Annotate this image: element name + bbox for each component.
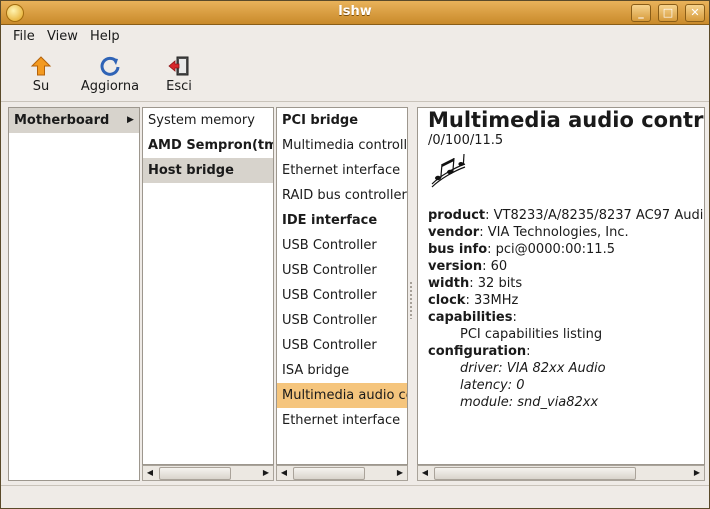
field-label: vendor	[428, 225, 480, 240]
capabilities-value: PCI capabilities listing	[460, 327, 603, 342]
field-product: product: VT8233/A/8235/8237 AC97 Audio C…	[428, 208, 704, 223]
title-bar[interactable]: lshw _ □ ✕	[1, 1, 709, 25]
menu-bar: File View Help	[1, 25, 709, 47]
list-item-system-memory[interactable]: System memory	[143, 108, 273, 133]
column-3-hscrollbar[interactable]: ◀ ▶	[276, 465, 408, 481]
field-version: version: 60	[428, 259, 508, 274]
field-value: pci@0000:00:11.5	[495, 242, 615, 257]
field-label: width	[428, 276, 470, 291]
field-bus-info: bus info: pci@0000:00:11.5	[428, 242, 615, 257]
music-notes-icon	[431, 153, 466, 188]
up-button[interactable]: Su	[6, 53, 76, 99]
list-item-cpu[interactable]: AMD Sempron(tm	[143, 133, 273, 158]
field-value: VT8233/A/8235/8237 AC97 Audio Controller	[493, 208, 704, 223]
list-item-isa-bridge[interactable]: ISA bridge	[277, 358, 407, 383]
detail-hscrollbar[interactable]: ◀ ▶	[417, 465, 705, 481]
list-item-ethernet-interface[interactable]: Ethernet interface	[277, 158, 407, 183]
list-item-motherboard[interactable]: Motherboard ▶	[9, 108, 139, 133]
expand-arrow-icon: ▶	[127, 115, 134, 125]
detail-title: Multimedia audio controller	[428, 108, 704, 132]
list-item-host-bridge[interactable]: Host bridge	[143, 158, 273, 183]
close-button[interactable]: ✕	[685, 4, 705, 22]
field-value: 60	[490, 259, 508, 274]
scroll-left-icon[interactable]: ◀	[418, 466, 432, 480]
list-item-usb-controller[interactable]: USB Controller	[277, 233, 407, 258]
window-title: lshw	[338, 4, 372, 19]
field-label: product	[428, 208, 486, 223]
field-label: bus info	[428, 242, 488, 257]
menu-view[interactable]: View	[47, 29, 78, 44]
scroll-right-icon[interactable]: ▶	[259, 466, 273, 480]
list-item-pci-bridge[interactable]: PCI bridge	[277, 108, 407, 133]
status-bar	[1, 485, 709, 508]
refresh-button[interactable]: Aggiorna	[75, 53, 145, 99]
pane-resize-handle[interactable]	[409, 281, 413, 319]
quit-button[interactable]: Esci	[144, 53, 214, 99]
field-label: configuration	[428, 344, 527, 359]
field-label: version	[428, 259, 483, 274]
detail-path: /0/100/11.5	[428, 133, 504, 148]
field-vendor: vendor: VIA Technologies, Inc.	[428, 225, 629, 240]
up-button-label: Su	[32, 79, 50, 94]
scroll-right-icon[interactable]: ▶	[690, 466, 704, 480]
field-label: clock	[428, 293, 466, 308]
list-item-raid-controller[interactable]: RAID bus controller	[277, 183, 407, 208]
refresh-button-label: Aggiorna	[80, 79, 140, 94]
menu-file[interactable]: File	[13, 29, 35, 44]
field-clock: clock: 33MHz	[428, 293, 519, 308]
scroll-left-icon[interactable]: ◀	[143, 466, 157, 480]
refresh-icon	[100, 56, 120, 76]
maximize-button[interactable]: □	[658, 4, 678, 22]
scroll-right-icon[interactable]: ▶	[393, 466, 407, 480]
scroll-thumb[interactable]	[434, 467, 636, 480]
field-value: VIA Technologies, Inc.	[487, 225, 629, 240]
menu-help[interactable]: Help	[90, 29, 120, 44]
field-configuration: configuration:	[428, 344, 531, 359]
up-arrow-icon	[30, 56, 52, 76]
toolbar: Su Aggiorna Esci	[1, 49, 709, 102]
list-item-usb-controller[interactable]: USB Controller	[277, 333, 407, 358]
column-1-list[interactable]: Motherboard ▶	[8, 107, 140, 481]
scroll-left-icon[interactable]: ◀	[277, 466, 291, 480]
detail-panel: Multimedia audio controller /0/100/11.5 …	[417, 107, 705, 465]
scroll-thumb[interactable]	[159, 467, 231, 480]
list-item-multimedia-controller[interactable]: Multimedia controller	[277, 133, 407, 158]
config-latency: latency: 0	[460, 378, 525, 393]
field-capabilities: capabilities:	[428, 310, 517, 325]
main-window: lshw _ □ ✕ File View Help Su Aggiorna Es…	[0, 0, 710, 509]
list-item-usb-controller[interactable]: USB Controller	[277, 308, 407, 333]
scroll-thumb[interactable]	[293, 467, 365, 480]
config-driver: driver: VIA 82xx Audio	[460, 361, 606, 376]
column-3-list[interactable]: PCI bridge Multimedia controller Etherne…	[276, 107, 408, 465]
list-item-label: Motherboard	[14, 113, 110, 128]
field-label: capabilities	[428, 310, 513, 325]
field-width: width: 32 bits	[428, 276, 523, 291]
list-item-usb-controller[interactable]: USB Controller	[277, 283, 407, 308]
list-item-multimedia-audio[interactable]: Multimedia audio controller	[277, 383, 407, 408]
column-2-list[interactable]: System memory AMD Sempron(tm Host bridge	[142, 107, 274, 465]
config-module: module: snd_via82xx	[460, 395, 599, 410]
list-item-usb-controller[interactable]: USB Controller	[277, 258, 407, 283]
list-item-ide-interface[interactable]: IDE interface	[277, 208, 407, 233]
list-item-ethernet-interface[interactable]: Ethernet interface	[277, 408, 407, 433]
field-value: 33MHz	[473, 293, 519, 308]
exit-door-icon	[168, 56, 189, 76]
field-value: 32 bits	[477, 276, 523, 291]
minimize-button[interactable]: _	[631, 4, 651, 22]
column-2-hscrollbar[interactable]: ◀ ▶	[142, 465, 274, 481]
quit-button-label: Esci	[166, 79, 192, 94]
